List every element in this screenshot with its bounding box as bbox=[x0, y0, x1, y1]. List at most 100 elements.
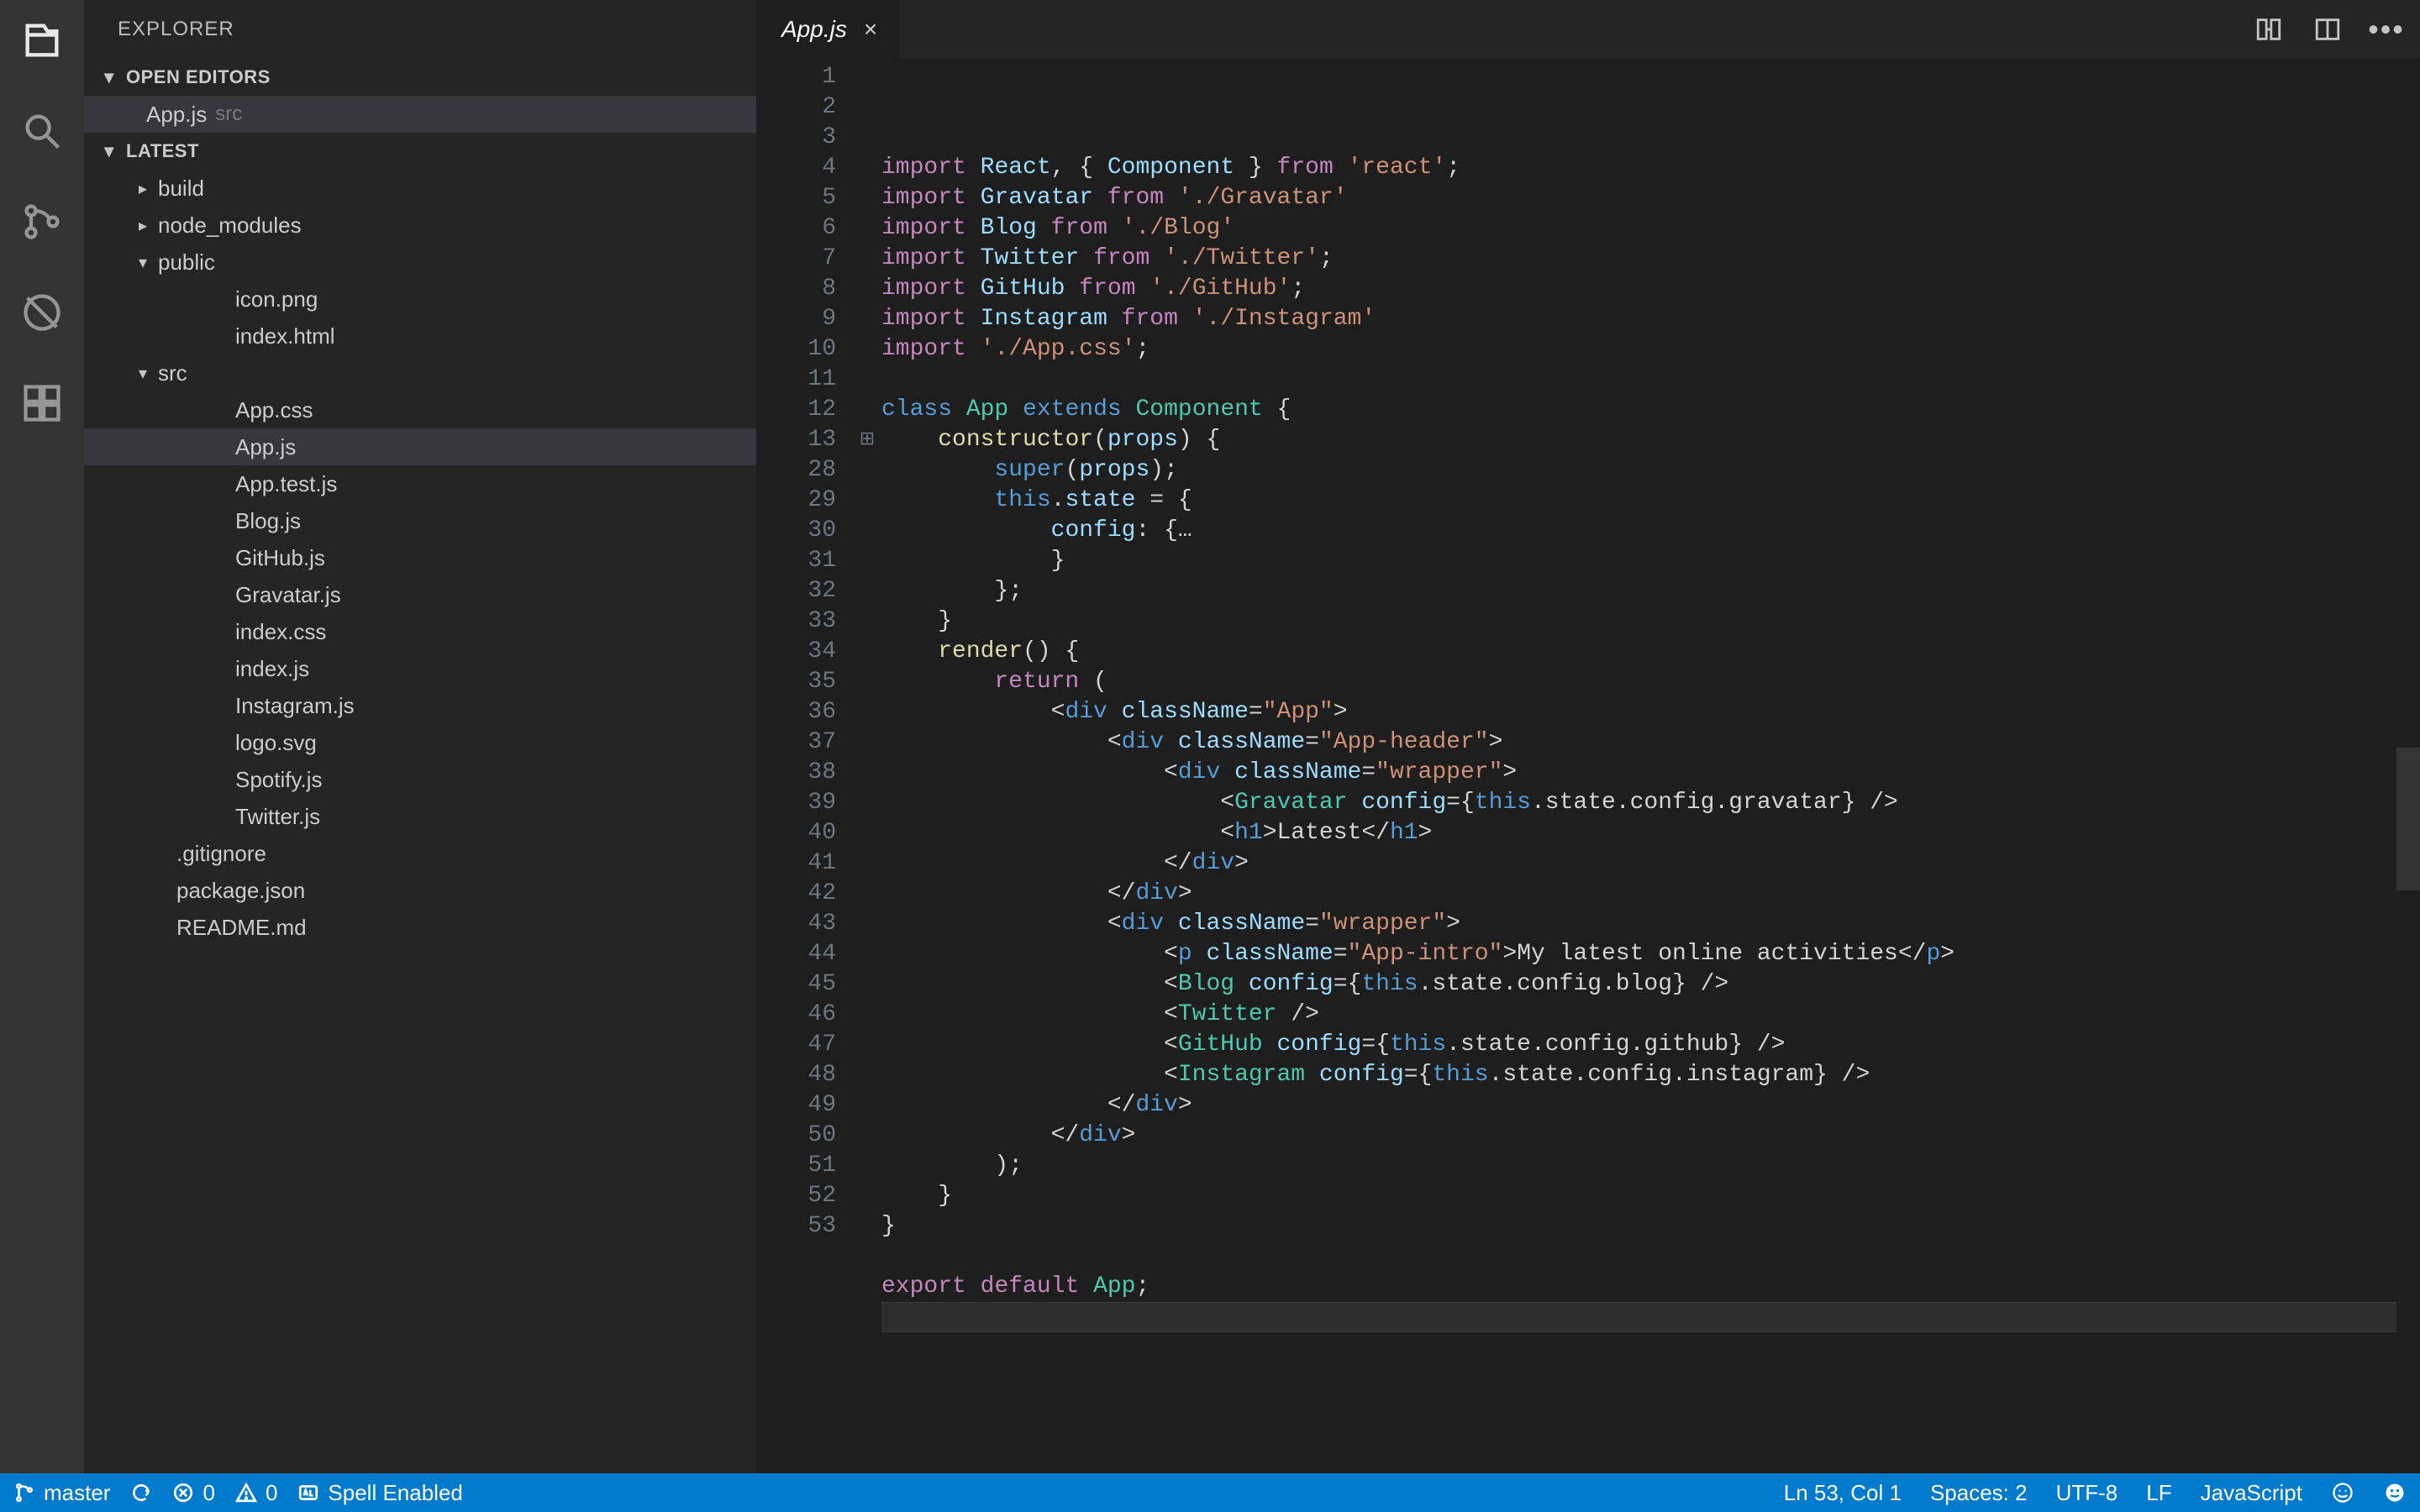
git-branch[interactable]: master bbox=[13, 1480, 110, 1506]
fold-cell bbox=[853, 848, 881, 879]
workspace-label: LATEST bbox=[126, 140, 199, 162]
file-item[interactable]: README.md bbox=[84, 909, 756, 946]
notifications-icon[interactable] bbox=[2383, 1481, 2407, 1504]
debug-icon[interactable] bbox=[17, 287, 67, 338]
tree-item-label: GitHub.js bbox=[235, 545, 325, 571]
line-number: 51 bbox=[756, 1151, 836, 1181]
code-line: <div className="App"> bbox=[881, 697, 2420, 727]
code-line: render() { bbox=[881, 637, 2420, 667]
open-editor-hint: src bbox=[215, 102, 242, 126]
sync-button[interactable] bbox=[130, 1482, 152, 1504]
fold-cell bbox=[853, 969, 881, 1000]
file-item[interactable]: .gitignore bbox=[84, 835, 756, 872]
tree-item-label: public bbox=[158, 249, 215, 276]
extensions-icon[interactable] bbox=[17, 378, 67, 428]
file-item[interactable]: index.js bbox=[84, 650, 756, 687]
code-area[interactable]: import React, { Component } from 'react'… bbox=[881, 59, 2420, 1473]
code-line: super(props); bbox=[881, 455, 2420, 486]
file-item[interactable]: Instagram.js bbox=[84, 687, 756, 724]
fold-cell bbox=[853, 1030, 881, 1060]
code-line bbox=[881, 1302, 2420, 1332]
warnings-number: 0 bbox=[266, 1480, 277, 1506]
code-line: class App extends Component { bbox=[881, 395, 2420, 425]
warnings-count[interactable]: 0 bbox=[235, 1480, 277, 1506]
language-status[interactable]: JavaScript bbox=[2201, 1480, 2302, 1506]
file-item[interactable]: Twitter.js bbox=[84, 798, 756, 835]
code-line: <Twitter /> bbox=[881, 1000, 2420, 1030]
open-editors-list: App.jssrc bbox=[84, 96, 756, 133]
line-number: 40 bbox=[756, 818, 836, 848]
line-number: 39 bbox=[756, 788, 836, 818]
tab-app-js[interactable]: App.js × bbox=[756, 0, 900, 59]
folder-item[interactable]: ▸build bbox=[84, 170, 756, 207]
line-number: 42 bbox=[756, 879, 836, 909]
line-number: 44 bbox=[756, 939, 836, 969]
status-bar: master 0 0 Spell Enabled Ln 53, Col 1 Sp… bbox=[0, 1473, 2420, 1512]
eol-status[interactable]: LF bbox=[2146, 1480, 2171, 1506]
line-number: 10 bbox=[756, 334, 836, 365]
tree-item-label: icon.png bbox=[235, 286, 318, 312]
code-line: }; bbox=[881, 576, 2420, 606]
file-item[interactable]: App.js bbox=[84, 428, 756, 465]
split-editor-icon[interactable] bbox=[2311, 13, 2344, 46]
file-item[interactable]: App.test.js bbox=[84, 465, 756, 502]
workspace-header[interactable]: ▾ LATEST bbox=[84, 133, 756, 170]
chevron-down-icon: ▾ bbox=[101, 140, 118, 162]
fold-column[interactable]: ⊞ bbox=[853, 59, 881, 1473]
code-line: this.state = { bbox=[881, 486, 2420, 516]
line-number: 36 bbox=[756, 697, 836, 727]
folder-item[interactable]: ▾src bbox=[84, 354, 756, 391]
main-area: EXPLORER ▾ OPEN EDITORS App.jssrc ▾ LATE… bbox=[0, 0, 2420, 1473]
file-item[interactable]: Spotify.js bbox=[84, 761, 756, 798]
file-item[interactable]: package.json bbox=[84, 872, 756, 909]
spell-status[interactable]: Spell Enabled bbox=[297, 1480, 462, 1506]
tree-item-label: logo.svg bbox=[235, 730, 317, 756]
file-item[interactable]: index.html bbox=[84, 318, 756, 354]
close-icon[interactable]: × bbox=[864, 16, 877, 43]
fold-cell bbox=[853, 62, 881, 92]
folder-item[interactable]: ▾public bbox=[84, 244, 756, 281]
feedback-icon[interactable] bbox=[2331, 1481, 2354, 1504]
minimap[interactable] bbox=[2396, 59, 2420, 1473]
file-item[interactable]: logo.svg bbox=[84, 724, 756, 761]
errors-count[interactable]: 0 bbox=[172, 1480, 214, 1506]
tree-item-label: Blog.js bbox=[235, 508, 301, 534]
minimap-viewport[interactable] bbox=[2396, 748, 2420, 890]
more-icon[interactable]: ••• bbox=[2370, 13, 2403, 46]
indent-status[interactable]: Spaces: 2 bbox=[1930, 1480, 2028, 1506]
line-number: 2 bbox=[756, 92, 836, 123]
encoding-status[interactable]: UTF-8 bbox=[2056, 1480, 2118, 1506]
open-editors-header[interactable]: ▾ OPEN EDITORS bbox=[84, 59, 756, 96]
line-number: 28 bbox=[756, 455, 836, 486]
folder-item[interactable]: ▸node_modules bbox=[84, 207, 756, 244]
file-item[interactable]: Blog.js bbox=[84, 502, 756, 539]
file-item[interactable]: GitHub.js bbox=[84, 539, 756, 576]
line-number: 53 bbox=[756, 1211, 836, 1242]
chevron-right-icon: ▸ bbox=[134, 178, 151, 199]
tree-item-label: package.json bbox=[176, 878, 305, 904]
chevron-down-icon: ▾ bbox=[134, 363, 151, 384]
line-number: 50 bbox=[756, 1121, 836, 1151]
file-item[interactable]: icon.png bbox=[84, 281, 756, 318]
open-editor-item[interactable]: App.jssrc bbox=[84, 96, 756, 133]
line-number: 48 bbox=[756, 1060, 836, 1090]
code-line: <Instagram config={this.state.config.ins… bbox=[881, 1060, 2420, 1090]
code-line: } bbox=[881, 1181, 2420, 1211]
fold-cell bbox=[853, 697, 881, 727]
activity-bar bbox=[0, 0, 84, 1473]
fold-cell[interactable]: ⊞ bbox=[853, 425, 881, 455]
explorer-icon[interactable] bbox=[17, 15, 67, 66]
file-item[interactable]: index.css bbox=[84, 613, 756, 650]
statusbar-right: Ln 53, Col 1 Spaces: 2 UTF-8 LF JavaScri… bbox=[1784, 1480, 2407, 1506]
file-item[interactable]: App.css bbox=[84, 391, 756, 428]
source-control-icon[interactable] bbox=[17, 197, 67, 247]
compare-icon[interactable] bbox=[2252, 13, 2286, 46]
file-item[interactable]: Gravatar.js bbox=[84, 576, 756, 613]
tree-item-label: Spotify.js bbox=[235, 767, 323, 793]
fold-cell bbox=[853, 1151, 881, 1181]
cursor-position[interactable]: Ln 53, Col 1 bbox=[1784, 1480, 1902, 1506]
code-line: import GitHub from './GitHub'; bbox=[881, 274, 2420, 304]
code-editor[interactable]: 1234567891011121328293031323334353637383… bbox=[756, 59, 2420, 1473]
code-line: import Blog from './Blog' bbox=[881, 213, 2420, 244]
search-icon[interactable] bbox=[17, 106, 67, 156]
